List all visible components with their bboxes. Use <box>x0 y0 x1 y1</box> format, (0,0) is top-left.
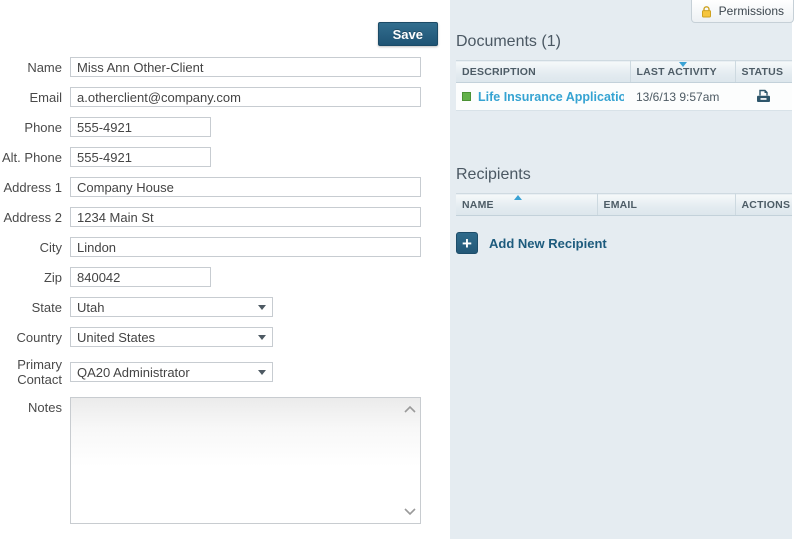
state-select-value: Utah <box>77 300 258 315</box>
primary-contact-select[interactable]: QA20 Administrator <box>70 362 273 382</box>
chevron-down-icon <box>258 335 266 340</box>
document-status-square-icon <box>462 92 471 101</box>
form-row-city: City <box>0 237 447 257</box>
documents-recipients-pane: Documents (1) DESCRIPTION LAST ACTIVITY … <box>450 0 792 539</box>
phone-input[interactable] <box>70 117 211 137</box>
state-select[interactable]: Utah <box>70 297 273 317</box>
recipients-header-row: NAME EMAIL ACTIONS <box>456 194 792 216</box>
documents-col-last-activity-label: LAST ACTIVITY <box>637 66 717 78</box>
country-select-value: United States <box>77 330 258 345</box>
plus-icon: + <box>456 232 478 254</box>
city-input[interactable] <box>70 237 421 257</box>
notes-label: Notes <box>0 397 70 415</box>
state-label: State <box>0 300 70 315</box>
form-row-country: Country United States <box>0 327 447 347</box>
address1-input[interactable] <box>70 177 421 197</box>
name-label: Name <box>0 60 70 75</box>
chevron-down-icon <box>258 305 266 310</box>
name-input[interactable] <box>70 57 421 77</box>
form-row-phone: Phone <box>0 117 447 137</box>
zip-input[interactable] <box>70 267 211 287</box>
sort-asc-icon <box>514 195 522 200</box>
scroll-up-icon[interactable] <box>404 405 416 413</box>
recipients-col-email[interactable]: EMAIL <box>597 194 735 216</box>
scroll-down-icon[interactable] <box>404 508 416 516</box>
email-label: Email <box>0 90 70 105</box>
form-row-alt-phone: Alt. Phone <box>0 147 447 167</box>
country-select[interactable]: United States <box>70 327 273 347</box>
address2-label: Address 2 <box>0 210 70 225</box>
lock-icon <box>700 5 713 18</box>
form-row-address1: Address 1 <box>0 177 447 197</box>
sort-desc-icon <box>679 62 687 67</box>
add-new-recipient-button[interactable]: + Add New Recipient <box>456 232 607 254</box>
documents-table: DESCRIPTION LAST ACTIVITY STATUS <box>456 60 792 111</box>
chevron-down-icon <box>258 370 266 375</box>
recipients-table: NAME EMAIL ACTIONS <box>456 193 792 216</box>
notes-textarea[interactable] <box>71 398 402 523</box>
documents-col-status[interactable]: STATUS <box>735 61 792 83</box>
notes-scrollbar[interactable] <box>402 398 418 523</box>
save-button[interactable]: Save <box>378 22 438 46</box>
address2-input[interactable] <box>70 207 421 227</box>
permissions-button-label: Permissions <box>719 4 784 18</box>
printer-icon[interactable] <box>755 89 772 104</box>
save-row: Save <box>0 0 447 46</box>
email-input[interactable] <box>70 87 421 107</box>
notes-field-container <box>70 397 421 524</box>
alt-phone-label: Alt. Phone <box>0 150 70 165</box>
primary-contact-label: Primary Contact <box>0 357 70 387</box>
form-row-primary-contact: Primary Contact QA20 Administrator <box>0 357 447 387</box>
form-row-notes: Notes <box>0 397 447 524</box>
client-form-pane: Save Name Email Phone Alt. Phone Address… <box>0 0 447 539</box>
alt-phone-input[interactable] <box>70 147 211 167</box>
client-form: Name Email Phone Alt. Phone Address 1 Ad <box>0 57 447 524</box>
recipients-col-name-label: NAME <box>462 199 494 211</box>
document-link[interactable]: Life Insurance Application for... <box>478 90 624 104</box>
documents-col-last-activity[interactable]: LAST ACTIVITY <box>630 61 735 83</box>
recipients-col-actions[interactable]: ACTIONS <box>735 194 792 216</box>
country-label: Country <box>0 330 70 345</box>
permissions-button[interactable]: Permissions <box>691 0 794 23</box>
form-row-state: State Utah <box>0 297 447 317</box>
form-row-name: Name <box>0 57 447 77</box>
add-new-recipient-label: Add New Recipient <box>489 236 607 251</box>
documents-header-row: DESCRIPTION LAST ACTIVITY STATUS <box>456 61 792 83</box>
documents-title: Documents (1) <box>456 32 792 52</box>
form-row-address2: Address 2 <box>0 207 447 227</box>
phone-label: Phone <box>0 120 70 135</box>
documents-col-description[interactable]: DESCRIPTION <box>456 61 630 83</box>
city-label: City <box>0 240 70 255</box>
document-last-activity: 13/6/13 9:57am <box>630 83 735 111</box>
form-row-email: Email <box>0 87 447 107</box>
recipients-col-name[interactable]: NAME <box>456 194 597 216</box>
primary-contact-select-value: QA20 Administrator <box>77 365 258 380</box>
client-detail-screen: Save Name Email Phone Alt. Phone Address… <box>0 0 800 539</box>
document-row: Life Insurance Application for... 13/6/1… <box>456 83 792 111</box>
recipients-title: Recipients <box>456 165 792 185</box>
address1-label: Address 1 <box>0 180 70 195</box>
zip-label: Zip <box>0 270 70 285</box>
form-row-zip: Zip <box>0 267 447 287</box>
